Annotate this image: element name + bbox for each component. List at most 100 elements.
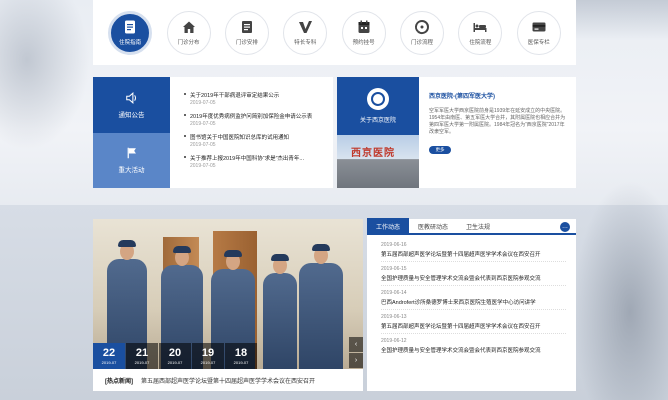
background-statue-right xyxy=(573,180,668,400)
intro-heading: 关于西京医院 xyxy=(359,118,396,124)
work-news-list: 2019-06-16 第五届西部超声医学论坛暨第十四届超声医学学术会议在西安召开… xyxy=(367,235,576,354)
tab-major-events[interactable]: 重大活动 xyxy=(93,132,170,188)
intro-more-button[interactable]: 更多 xyxy=(429,146,451,154)
nav-item-inpatient-guide[interactable]: 住院指南 xyxy=(104,10,156,55)
nav-label: 住院指南 xyxy=(119,40,142,46)
list-item[interactable]: 关于推荐上报2019年中国科协“求是”杰出青年... 2019-07-05 xyxy=(184,154,327,169)
cycle-icon xyxy=(415,19,430,35)
nav-label: 门诊流程 xyxy=(411,40,434,46)
date-month: 2019-07 xyxy=(101,360,117,365)
hospital-emblem-icon xyxy=(367,88,389,110)
intro-content: 西京医院-(第四军医大学) 空军军医大学西京医院前身是1939年在延安成立的中央… xyxy=(419,77,576,188)
news-title[interactable]: 第五届西部超声医学论坛暨第十四届超声医学学术会议在西安召开 xyxy=(381,322,566,330)
hot-news-tag: [热点新闻] xyxy=(105,378,133,385)
tab-notices[interactable]: 通知公告 xyxy=(93,77,170,133)
service-nav: 住院指南 门诊分布 门诊安排 特长专科 预约挂号 门诊流程 住院流程 医保专栏 xyxy=(93,0,576,65)
tab-major-events-label: 重大活动 xyxy=(118,167,145,175)
photo-arrows: ‹ › xyxy=(349,337,363,369)
nav-item-insurance[interactable]: 医保专栏 xyxy=(513,10,565,55)
home-icon xyxy=(182,21,195,33)
speaker-icon xyxy=(125,91,136,104)
calendar-icon xyxy=(358,20,370,33)
v-icon xyxy=(299,21,313,33)
photo-news-panel: 22 2019-07 21 2019-07 20 2019-07 19 2019… xyxy=(93,219,363,391)
tab-work-news[interactable]: 工作动态 xyxy=(367,218,410,234)
news-date: 2019-06-14 xyxy=(381,290,407,296)
nav-item-appointment[interactable]: 预约挂号 xyxy=(338,10,390,55)
list-item[interactable]: 2019-06-16 第五届西部超声医学论坛暨第十四届超声医学学术会议在西安召开 xyxy=(381,242,566,262)
news-title[interactable]: 第五届西部超声医学论坛暨第十四届超声医学学术会议在西安召开 xyxy=(381,250,566,258)
nav-label: 门诊分布 xyxy=(177,40,200,46)
notice-title[interactable]: 2019年度优秀病例监护问简别加保险金申请公示表 xyxy=(190,112,327,120)
notice-title[interactable]: 关于2019年干部病退评审定结果公示 xyxy=(190,91,327,99)
bed-icon xyxy=(473,23,487,32)
work-news-tabs: 工作动态 医教研动态 卫生法规 … xyxy=(367,218,576,235)
nav-item-clinic-process[interactable]: 门诊流程 xyxy=(396,10,448,55)
notice-tabs: 通知公告 重大活动 xyxy=(93,77,170,188)
list-item[interactable]: 2019年度优秀病例监护问简别加保险金申请公示表 2019-07-05 xyxy=(184,112,327,127)
document-icon xyxy=(125,20,136,34)
nav-label: 特长专科 xyxy=(294,40,317,46)
tab-notices-label: 通知公告 xyxy=(118,111,145,119)
list-item[interactable]: 关于2019年干部病退评审定结果公示 2019-07-05 xyxy=(184,91,327,106)
date-tab[interactable]: 19 2019-07 xyxy=(192,343,224,369)
notice-title[interactable]: 图书馆关于中国医院知识总库的试用通知 xyxy=(190,133,327,141)
notice-date: 2019-07-05 xyxy=(190,121,216,127)
nav-label: 住院流程 xyxy=(469,40,492,46)
list-item[interactable]: 2019-06-12 全国护理质量与安全管理学术交流会暨会代表到西京医院参观交流 xyxy=(381,338,566,354)
background-building xyxy=(568,0,668,40)
list-item[interactable]: 2019-06-14 巴西Androfert诊所桑德罗博士来西京医院生殖医学中心… xyxy=(381,290,566,310)
intro-title[interactable]: 西京医院-(第四军医大学) xyxy=(429,91,566,100)
nav-label: 门诊安排 xyxy=(235,40,258,46)
hospital-intro-panel: 关于西京医院 西京医院 西京医院-(第四军医大学) 空军军医大学西京医院前身是1… xyxy=(337,77,576,188)
date-month: 2019-07 xyxy=(200,360,216,365)
tab-health-regulations[interactable]: 卫生法规 xyxy=(457,218,499,234)
nav-item-inpatient-process[interactable]: 住院流程 xyxy=(454,10,506,55)
building-sign: 西京医院 xyxy=(351,148,395,159)
news-title[interactable]: 全国护理质量与安全管理学术交流会暨会代表到西京医院参观交流 xyxy=(381,274,566,282)
date-tab[interactable]: 20 2019-07 xyxy=(159,343,191,369)
notice-date: 2019-07-05 xyxy=(190,163,216,169)
caption-link[interactable]: 第五届西部超声医学论坛暨第十四届超声医学学术会议在西安召开 xyxy=(141,376,315,385)
notice-panel: 通知公告 重大活动 关于2019年干部病退评审定结果公示 2019-07-05 … xyxy=(93,77,333,188)
more-icon[interactable]: … xyxy=(560,222,570,232)
news-title[interactable]: 全国护理质量与安全管理学术交流会暨会代表到西京医院参观交流 xyxy=(381,346,566,354)
date-day: 19 xyxy=(201,347,215,359)
date-month: 2019-07 xyxy=(134,360,150,365)
nav-label: 预约挂号 xyxy=(352,40,375,46)
news-date: 2019-06-15 xyxy=(381,266,407,272)
news-date: 2019-06-16 xyxy=(381,242,407,248)
next-arrow-icon[interactable]: › xyxy=(349,353,363,368)
date-tab[interactable]: 18 2019-07 xyxy=(225,343,257,369)
date-day: 22 xyxy=(102,347,116,359)
flag-icon xyxy=(127,148,136,159)
nav-item-clinic-distribution[interactable]: 门诊分布 xyxy=(163,10,215,55)
notice-title[interactable]: 关于推荐上报2019年中国科协“求是”杰出青年... xyxy=(190,154,327,162)
notice-list: 关于2019年干部病退评审定结果公示 2019-07-05 2019年度优秀病例… xyxy=(170,77,333,188)
intro-left: 关于西京医院 西京医院 xyxy=(337,77,419,188)
nav-item-clinic-schedule[interactable]: 门诊安排 xyxy=(221,10,273,55)
notice-date: 2019-07-05 xyxy=(190,100,216,106)
list-item[interactable]: 图书馆关于中国医院知识总库的试用通知 2019-07-05 xyxy=(184,133,327,148)
date-tab[interactable]: 21 2019-07 xyxy=(126,343,158,369)
photo-date-strip: 22 2019-07 21 2019-07 20 2019-07 19 2019… xyxy=(93,343,349,369)
prev-arrow-icon[interactable]: ‹ xyxy=(349,337,363,352)
news-title[interactable]: 巴西Androfert诊所桑德罗博士来西京医院生殖医学中心访问讲学 xyxy=(381,298,566,306)
list-item[interactable]: 2019-06-13 第五届西部超声医学论坛暨第十四届超声医学学术会议在西安召开 xyxy=(381,314,566,334)
notice-date: 2019-07-05 xyxy=(190,142,216,148)
news-date: 2019-06-12 xyxy=(381,338,407,344)
date-day: 18 xyxy=(234,347,248,359)
tab-medical-research[interactable]: 医教研动态 xyxy=(409,218,457,234)
background-statue-left xyxy=(0,0,90,150)
intro-text: 空军军医大学西京医院前身是1939年在延安成立的中央医院。1954年由南医、第五… xyxy=(429,108,566,135)
list-item[interactable]: 2019-06-15 全国护理质量与安全管理学术交流会暨会代表到西京医院参观交流 xyxy=(381,266,566,286)
nav-item-specialty[interactable]: 特长专科 xyxy=(279,10,331,55)
date-month: 2019-07 xyxy=(167,360,183,365)
calendar-list-icon xyxy=(241,21,252,33)
date-tab[interactable]: 22 2019-07 xyxy=(93,343,125,369)
hospital-building-photo: 西京医院 xyxy=(337,135,419,188)
nav-label: 医保专栏 xyxy=(527,40,550,46)
date-day: 20 xyxy=(168,347,182,359)
card-icon xyxy=(532,22,546,32)
intro-heading-block: 关于西京医院 xyxy=(337,77,419,135)
